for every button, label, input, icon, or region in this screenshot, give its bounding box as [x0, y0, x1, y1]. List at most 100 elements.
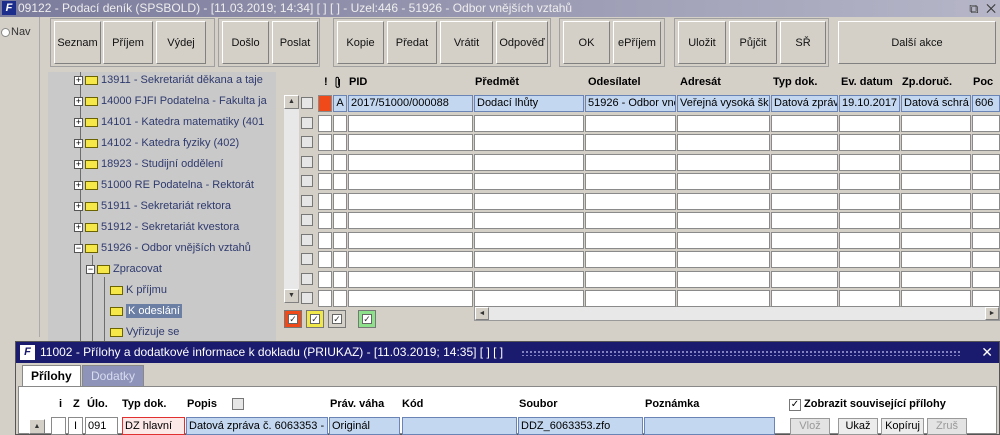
- expand-icon[interactable]: +: [74, 201, 83, 211]
- filter-yellow-button[interactable]: ✓: [306, 310, 324, 328]
- empty-cell[interactable]: [318, 115, 332, 132]
- empty-cell[interactable]: [901, 271, 971, 288]
- empty-cell[interactable]: [474, 290, 584, 307]
- empty-cell[interactable]: [348, 271, 473, 288]
- cell-odesilatel[interactable]: 51926 - Odbor vně: [585, 95, 676, 112]
- empty-cell[interactable]: [901, 193, 971, 210]
- empty-cell[interactable]: [474, 173, 584, 190]
- empty-cell[interactable]: [318, 134, 332, 151]
- empty-cell[interactable]: [972, 251, 1000, 268]
- tree-node[interactable]: +14102 - Katedra fyziky (402): [74, 134, 239, 152]
- cell-popis[interactable]: Datová zpráva č. 6063353 -: [186, 417, 328, 435]
- empty-cell[interactable]: [972, 193, 1000, 210]
- col-header-pid[interactable]: PID: [349, 76, 367, 88]
- empty-cell[interactable]: [333, 173, 347, 190]
- empty-cell[interactable]: [585, 173, 676, 190]
- empty-cell[interactable]: [348, 193, 473, 210]
- empty-cell[interactable]: [839, 271, 900, 288]
- nav-label[interactable]: Nav: [11, 26, 31, 38]
- row-checkbox[interactable]: [301, 195, 313, 207]
- empty-cell[interactable]: [348, 232, 473, 249]
- toolbar-doslo-button[interactable]: Došlo: [222, 21, 269, 64]
- cell-kod[interactable]: [402, 417, 517, 435]
- vertical-scrollbar-track[interactable]: [284, 109, 299, 289]
- scroll-down-button[interactable]: ▼: [284, 289, 299, 303]
- show-related-label[interactable]: Zobrazit související přílohy: [804, 398, 946, 410]
- empty-cell[interactable]: [839, 115, 900, 132]
- cell-ulo[interactable]: 091: [85, 417, 118, 435]
- empty-cell[interactable]: [333, 251, 347, 268]
- ukaz-button[interactable]: Ukaž: [838, 418, 878, 435]
- empty-cell[interactable]: [972, 212, 1000, 229]
- tree-node[interactable]: K příjmu: [110, 281, 167, 299]
- empty-cell[interactable]: [677, 290, 770, 307]
- zrus-button[interactable]: Zruš: [927, 418, 967, 435]
- cell-z[interactable]: I: [68, 417, 83, 435]
- toolbar-vratit-button[interactable]: Vrátit: [440, 21, 493, 64]
- row-checkbox[interactable]: [301, 97, 313, 109]
- empty-cell[interactable]: [318, 290, 332, 307]
- close-icon[interactable]: ✕: [981, 342, 993, 363]
- empty-cell[interactable]: [771, 193, 838, 210]
- empty-cell[interactable]: [771, 154, 838, 171]
- empty-cell[interactable]: [677, 173, 770, 190]
- empty-cell[interactable]: [318, 271, 332, 288]
- empty-cell[interactable]: [333, 134, 347, 151]
- expand-icon[interactable]: +: [74, 117, 83, 127]
- empty-cell[interactable]: [585, 290, 676, 307]
- col-header-ev-datum[interactable]: Ev. datum: [841, 76, 893, 88]
- toolbar-eprijem-button[interactable]: ePříjem: [613, 21, 661, 64]
- collapse-icon[interactable]: −: [74, 243, 83, 253]
- tab-dodatky[interactable]: Dodatky: [82, 365, 145, 387]
- empty-cell[interactable]: [771, 232, 838, 249]
- empty-cell[interactable]: [677, 271, 770, 288]
- empty-cell[interactable]: [474, 212, 584, 229]
- toolbar-ok-button[interactable]: OK: [563, 21, 610, 64]
- toolbar-predat-button[interactable]: Předat: [387, 21, 437, 64]
- empty-cell[interactable]: [333, 193, 347, 210]
- empty-cell[interactable]: [972, 173, 1000, 190]
- expand-icon[interactable]: +: [74, 180, 83, 190]
- empty-cell[interactable]: [901, 173, 971, 190]
- empty-cell[interactable]: [585, 212, 676, 229]
- cell-pid[interactable]: 2017/51000/000088: [348, 95, 473, 112]
- collapse-icon[interactable]: −: [86, 264, 95, 274]
- empty-cell[interactable]: [771, 251, 838, 268]
- empty-cell[interactable]: [348, 134, 473, 151]
- tree-node[interactable]: +14000 FJFI Podatelna - Fakulta ja: [74, 92, 267, 110]
- empty-cell[interactable]: [677, 251, 770, 268]
- toolbar-dalsi-akce-button[interactable]: Další akce: [838, 21, 996, 64]
- row-checkbox[interactable]: [301, 175, 313, 187]
- empty-cell[interactable]: [771, 134, 838, 151]
- expand-icon[interactable]: +: [74, 75, 83, 85]
- empty-cell[interactable]: [348, 251, 473, 268]
- empty-cell[interactable]: [348, 173, 473, 190]
- toolbar-pujcit-button[interactable]: Půjčit: [729, 21, 777, 64]
- empty-cell[interactable]: [839, 193, 900, 210]
- show-related-checkbox[interactable]: ✓: [789, 399, 801, 411]
- cell-adresat[interactable]: Veřejná vysoká šk: [677, 95, 770, 112]
- vloz-button[interactable]: Vlož: [790, 418, 830, 435]
- row-checkbox[interactable]: [301, 117, 313, 129]
- row-checkbox[interactable]: [301, 136, 313, 148]
- tree-node[interactable]: +14101 - Katedra matematiky (401: [74, 113, 264, 131]
- cell-typ-dok[interactable]: Datová zpráv: [771, 95, 838, 112]
- empty-cell[interactable]: [333, 290, 347, 307]
- cell-ev-datum[interactable]: 19.10.2017: [839, 95, 900, 112]
- filter-gray-button[interactable]: ✓: [328, 310, 346, 328]
- cell-predmet[interactable]: Dodací lhůty: [474, 95, 584, 112]
- empty-cell[interactable]: [348, 212, 473, 229]
- empty-cell[interactable]: [585, 251, 676, 268]
- cell-poc[interactable]: 606: [972, 95, 1000, 112]
- scroll-left-button[interactable]: ◄: [475, 307, 489, 320]
- empty-cell[interactable]: [771, 271, 838, 288]
- empty-cell[interactable]: [474, 134, 584, 151]
- cell-typ-dok[interactable]: DZ hlavní: [122, 417, 185, 435]
- empty-cell[interactable]: [972, 232, 1000, 249]
- col-header-priority[interactable]: !: [324, 76, 328, 88]
- empty-cell[interactable]: [839, 251, 900, 268]
- empty-cell[interactable]: [771, 115, 838, 132]
- expand-icon[interactable]: +: [74, 138, 83, 148]
- tree-node[interactable]: +51911 - Sekretariát rektora: [74, 197, 231, 215]
- cell-zp-doruc[interactable]: Datová schrá: [901, 95, 971, 112]
